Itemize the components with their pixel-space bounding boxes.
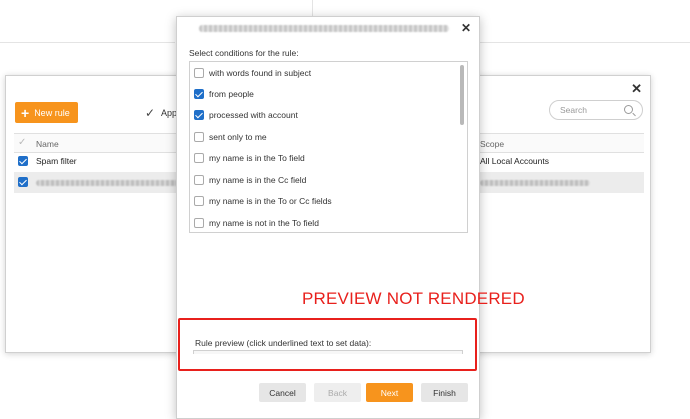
plus-icon: + [21,104,30,121]
search-icon [624,105,633,114]
condition-checkbox[interactable] [194,218,204,228]
list-item[interactable]: my name is in the To or Cc fields [190,191,460,212]
next-button[interactable]: Next [366,383,413,402]
finish-button[interactable]: Finish [421,383,468,402]
divider [480,42,690,43]
condition-checkbox[interactable] [194,196,204,206]
rule-preview-label: Rule preview (click underlined text to s… [195,338,372,348]
condition-checkbox[interactable] [194,175,204,185]
redacted-rule-name [36,180,186,186]
divider [0,42,175,43]
list-item[interactable]: processed with account [190,105,460,126]
rule-name: Spam filter [36,156,77,166]
select-all-checkmark-icon[interactable]: ✓ [18,137,26,148]
back-button[interactable]: Back [314,383,361,402]
close-icon[interactable]: ✕ [631,81,642,97]
cancel-button[interactable]: Cancel [259,383,306,402]
column-header-scope[interactable]: Scope [480,139,504,149]
close-icon[interactable]: ✕ [461,21,471,35]
rule-enabled-checkbox[interactable] [18,156,28,166]
list-item[interactable]: from people [190,84,460,105]
new-rule-button[interactable]: + New rule [15,102,78,123]
condition-checkbox[interactable] [194,68,204,78]
list-item[interactable]: my name is in the To field [190,148,460,169]
rule-preview-field[interactable] [193,350,463,354]
condition-checkbox[interactable] [194,89,204,99]
checkmark-icon[interactable]: ✓ [145,106,155,120]
conditions-list[interactable]: with words found in subject from people … [189,61,468,233]
conditions-label: Select conditions for the rule: [189,48,299,58]
scrollbar[interactable] [460,65,464,125]
new-rule-label: New rule [34,107,70,118]
preview-not-rendered-annotation: PREVIEW NOT RENDERED [302,289,525,308]
list-item[interactable]: my name is in the Cc field [190,170,460,191]
search-input[interactable]: Search [549,100,643,120]
list-item[interactable]: my name is not in the To field [190,213,460,232]
condition-checkbox[interactable] [194,110,204,120]
redacted-dialog-title [199,25,449,32]
list-item[interactable]: with words found in subject [190,63,460,84]
redacted-rule-scope [480,180,590,186]
condition-checkbox[interactable] [194,153,204,163]
column-header-name[interactable]: Name [36,139,59,149]
rule-scope: All Local Accounts [480,156,549,166]
list-item[interactable]: sent only to me [190,127,460,148]
rule-enabled-checkbox[interactable] [18,177,28,187]
condition-checkbox[interactable] [194,132,204,142]
